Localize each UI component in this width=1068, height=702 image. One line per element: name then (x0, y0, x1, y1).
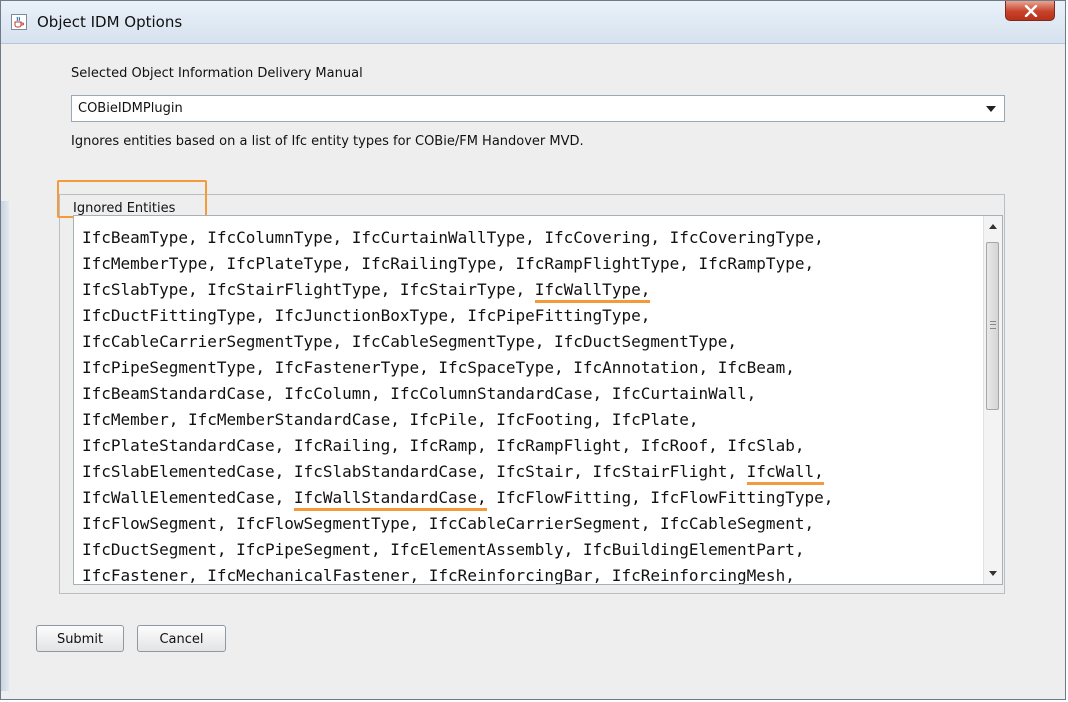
vertical-scrollbar[interactable] (983, 216, 1002, 584)
entity-line: IfcFastener, IfcMechanicalFastener, IfcR… (82, 563, 982, 585)
entity-text: IfcDuctSegment, IfcPipeSegment, IfcEleme… (82, 540, 805, 559)
title-bar[interactable]: Object IDM Options (1, 1, 1065, 44)
scroll-thumb[interactable] (986, 242, 999, 410)
chevron-down-icon[interactable] (986, 106, 996, 112)
close-x-icon (1024, 5, 1038, 17)
entity-line: IfcBeamType, IfcColumnType, IfcCurtainWa… (82, 225, 982, 251)
scroll-down-arrow-icon[interactable] (989, 571, 997, 576)
submit-button[interactable]: Submit (36, 625, 124, 652)
window-title: Object IDM Options (37, 13, 183, 31)
entity-text: IfcBeamType, IfcColumnType, IfcCurtainWa… (82, 228, 824, 247)
entity-text: IfcPipeSegmentType, IfcFastenerType, Ifc… (82, 358, 795, 377)
entity-text: IfcDuctFittingType, IfcJunctionBoxType, … (82, 306, 651, 325)
entity-line: IfcPipeSegmentType, IfcFastenerType, Ifc… (82, 355, 982, 381)
entity-text: IfcFastener, IfcMechanicalFastener, IfcR… (82, 566, 795, 585)
idm-selected-value: COBieIDMPlugin (78, 101, 183, 116)
entity-text: IfcMember, IfcMemberStandardCase, IfcPil… (82, 410, 699, 429)
idm-select[interactable]: COBieIDMPlugin (71, 95, 1005, 122)
entity-text: IfcCableCarrierSegmentType, IfcCableSegm… (82, 332, 738, 351)
idm-description: Ignores entities based on a list of Ifc … (71, 134, 584, 149)
java-cup-icon (11, 14, 27, 30)
entity-text: IfcSlabType, IfcStairFlightType, IfcStai… (82, 280, 535, 299)
close-button[interactable] (1005, 1, 1055, 21)
entity-text: IfcFlowSegment, IfcFlowSegmentType, IfcC… (82, 514, 815, 533)
highlighted-entity: IfcWallStandardCase, (293, 488, 487, 511)
entity-text: IfcMemberType, IfcPlateType, IfcRailingT… (82, 254, 815, 273)
entity-text: IfcWallElementedCase, (82, 488, 294, 507)
entity-text: IfcPlateStandardCase, IfcRailing, IfcRam… (82, 436, 805, 455)
window-left-edge (1, 201, 9, 691)
highlighted-entity: IfcWallType, (534, 280, 651, 303)
entity-text: IfcBeamStandardCase, IfcColumn, IfcColum… (82, 384, 757, 403)
entity-line: IfcMember, IfcMemberStandardCase, IfcPil… (82, 407, 982, 433)
entity-line: IfcPlateStandardCase, IfcRailing, IfcRam… (82, 433, 982, 459)
entity-line: IfcSlabType, IfcStairFlightType, IfcStai… (82, 277, 982, 303)
entity-text: IfcSlabElementedCase, IfcSlabStandardCas… (82, 462, 747, 481)
entity-line: IfcSlabElementedCase, IfcSlabStandardCas… (82, 459, 982, 485)
ignored-entities-textarea[interactable]: IfcBeamType, IfcColumnType, IfcCurtainWa… (73, 215, 1003, 585)
highlighted-entity: IfcWall, (746, 462, 824, 485)
grip-icon (990, 321, 996, 329)
entity-line: IfcFlowSegment, IfcFlowSegmentType, IfcC… (82, 511, 982, 537)
entity-line: IfcDuctSegment, IfcPipeSegment, IfcEleme… (82, 537, 982, 563)
idm-selector-label: Selected Object Information Delivery Man… (71, 66, 363, 81)
entity-line: IfcBeamStandardCase, IfcColumn, IfcColum… (82, 381, 982, 407)
ignored-entities-label: Ignored Entities (73, 201, 176, 216)
entity-line: IfcMemberType, IfcPlateType, IfcRailingT… (82, 251, 982, 277)
dialog-window: Object IDM Options Selected Object Infor… (0, 0, 1066, 700)
entity-line: IfcCableCarrierSegmentType, IfcCableSegm… (82, 329, 982, 355)
entity-text: IfcFlowFitting, IfcFlowFittingType, (486, 488, 834, 507)
cancel-button[interactable]: Cancel (137, 625, 226, 652)
entity-line: IfcDuctFittingType, IfcJunctionBoxType, … (82, 303, 982, 329)
ignored-entities-text[interactable]: IfcBeamType, IfcColumnType, IfcCurtainWa… (82, 225, 982, 585)
entity-line: IfcWallElementedCase, IfcWallStandardCas… (82, 485, 982, 511)
scroll-up-arrow-icon[interactable] (989, 224, 997, 229)
